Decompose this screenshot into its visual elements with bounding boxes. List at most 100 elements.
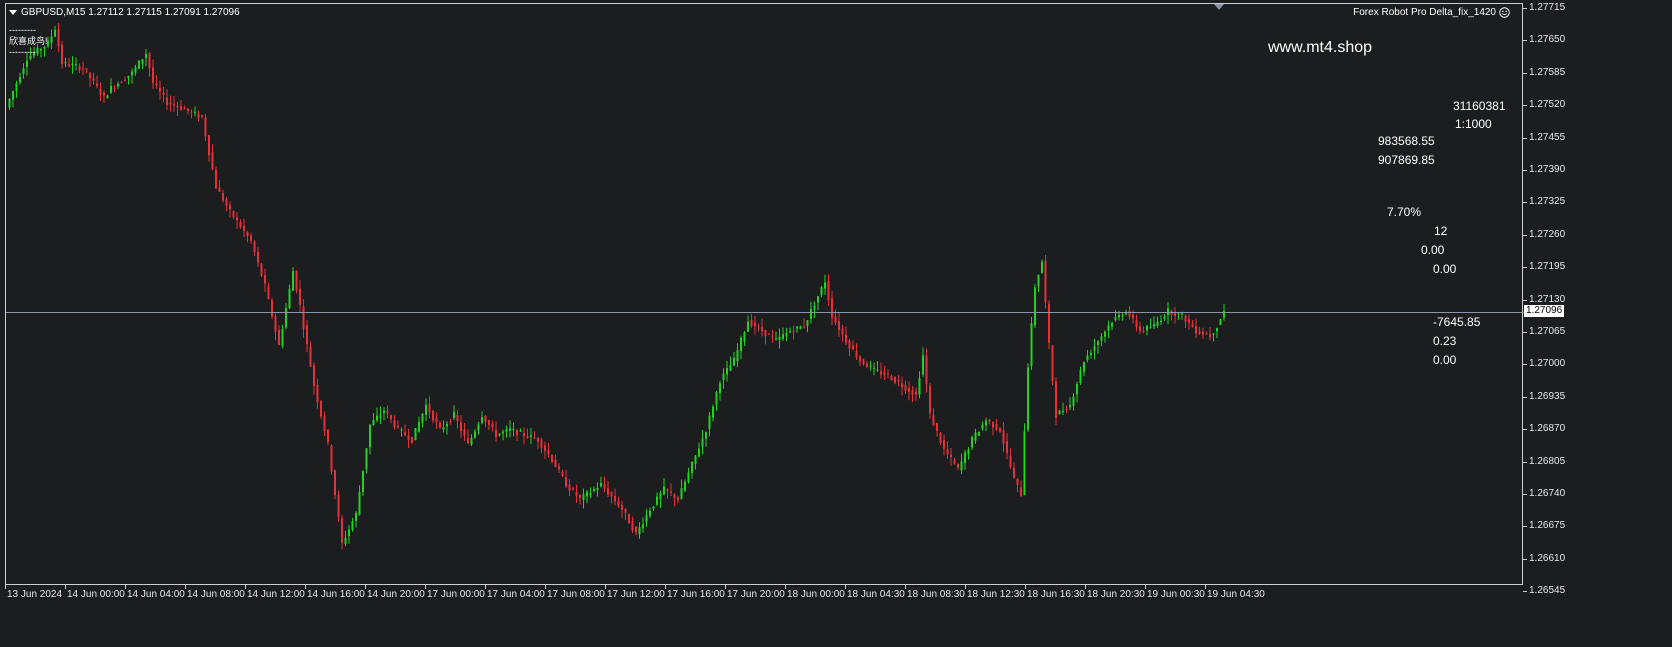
price-axis-tick <box>1523 234 1527 236</box>
expert-advisor-label[interactable]: Forex Robot Pro Delta_fix_1420 <box>1353 7 1510 18</box>
time-axis-label: 14 Jun 08:00 <box>187 589 245 600</box>
candle-body <box>372 419 375 426</box>
candle-body <box>708 415 711 430</box>
candle-body <box>596 488 599 491</box>
candle-body <box>617 500 620 507</box>
price-axis-tick <box>1523 461 1527 463</box>
candle-body <box>428 404 431 413</box>
candle-body <box>288 288 291 309</box>
price-axis-label: 1.27065 <box>1529 326 1566 337</box>
candle-body <box>8 99 11 108</box>
candle-body <box>680 488 683 500</box>
candle-body <box>1016 478 1019 485</box>
candle-body <box>1086 355 1089 361</box>
candle-body <box>883 371 886 376</box>
candle-body <box>694 455 697 464</box>
candle-body <box>495 429 497 437</box>
chart-area[interactable]: GBPUSD,M15 1.27112 1.27115 1.27091 1.270… <box>5 3 1524 585</box>
candle-body <box>960 461 963 471</box>
time-axis-tick <box>965 585 966 589</box>
price-axis-tick <box>1523 137 1527 139</box>
status-dashes-top: --------- <box>9 25 36 35</box>
candle-body <box>1037 274 1040 287</box>
candle-body <box>176 106 179 108</box>
candle-body <box>586 491 588 497</box>
candle-body <box>519 430 522 432</box>
time-axis-tick <box>1085 585 1086 589</box>
candle-body <box>796 326 798 329</box>
candle-body <box>670 491 672 493</box>
candle-body <box>257 251 259 263</box>
candle-body <box>348 529 350 537</box>
candle-body <box>19 77 21 83</box>
ea-status: --------- 欣喜成鸟! --------- <box>9 25 48 58</box>
candle-body <box>509 428 511 431</box>
candle-body <box>204 117 207 137</box>
dropdown-triangle-icon[interactable] <box>9 10 17 15</box>
time-axis-label: 14 Jun 00:00 <box>67 589 125 600</box>
candle-body <box>1062 411 1064 413</box>
candle-body <box>246 231 249 237</box>
candle-body <box>1097 341 1099 345</box>
candle-body <box>803 326 805 328</box>
candle-body <box>1195 326 1197 334</box>
time-axis-tick <box>845 585 846 589</box>
candle-body <box>603 483 606 489</box>
candle-body <box>943 440 945 449</box>
candle-body <box>211 152 214 170</box>
candle-body <box>344 537 347 544</box>
candle-body <box>547 449 550 455</box>
candle-body <box>729 365 732 371</box>
price-axis-tick <box>1523 526 1527 528</box>
price-axis-tick <box>1523 591 1527 593</box>
candle-body <box>635 526 637 533</box>
candle-body <box>733 357 735 366</box>
leverage: 1:1000 <box>1455 117 1492 131</box>
candle-body <box>351 521 354 530</box>
candle-body <box>96 83 98 87</box>
candle-body <box>1107 325 1110 331</box>
candle-body <box>537 438 539 442</box>
candle-body <box>1177 313 1180 315</box>
candle-body <box>953 460 956 464</box>
candle-body <box>365 448 368 470</box>
candle-body <box>918 378 921 395</box>
candle-body <box>1051 345 1054 382</box>
candle-body <box>120 82 123 84</box>
candle-body <box>341 518 343 543</box>
chart-shift-marker[interactable] <box>1214 4 1224 10</box>
candle-body <box>838 321 840 331</box>
candle-body <box>1055 381 1057 418</box>
candle-body <box>166 97 168 106</box>
candle-body <box>561 471 564 476</box>
candle-body <box>453 412 455 419</box>
candle-body <box>817 296 819 303</box>
symbol-header[interactable]: GBPUSD,M15 1.27112 1.27115 1.27091 1.270… <box>9 7 240 18</box>
candle-body <box>484 415 487 422</box>
candle-body <box>901 383 903 388</box>
candle-body <box>148 53 151 69</box>
time-axis-label: 17 Jun 04:00 <box>487 589 545 600</box>
candle-body <box>726 368 728 375</box>
price-axis-tick <box>1523 202 1527 204</box>
candle-body <box>589 492 592 496</box>
candle-body <box>785 332 788 337</box>
time-axis[interactable]: 13 Jun 2024 14 Jun 00:00 14 Jun 04:00 14 Ju… <box>5 585 1523 647</box>
candle-body <box>932 414 935 426</box>
price-axis-label: 1.26675 <box>1529 520 1566 532</box>
time-axis-label: 18 Jun 16:30 <box>1027 589 1085 600</box>
candle-body <box>691 461 693 473</box>
bid-price-line <box>6 312 1524 313</box>
price-axis[interactable]: 1.27715 1.27650 1.27585 1.27520 1.27455 1.273… <box>1523 2 1672 596</box>
candle-body <box>582 494 585 500</box>
candle-body <box>78 66 81 70</box>
candle-body <box>999 428 1001 432</box>
time-axis-label: 17 Jun 20:00 <box>727 589 785 600</box>
time-axis-label: 19 Jun 04:30 <box>1207 589 1265 600</box>
price-axis-label: 1.27455 <box>1529 131 1566 143</box>
candle-body <box>967 449 970 455</box>
candle-body <box>358 492 361 515</box>
candle-body <box>498 433 501 436</box>
candle-body <box>22 68 25 75</box>
candle-body <box>75 64 77 66</box>
